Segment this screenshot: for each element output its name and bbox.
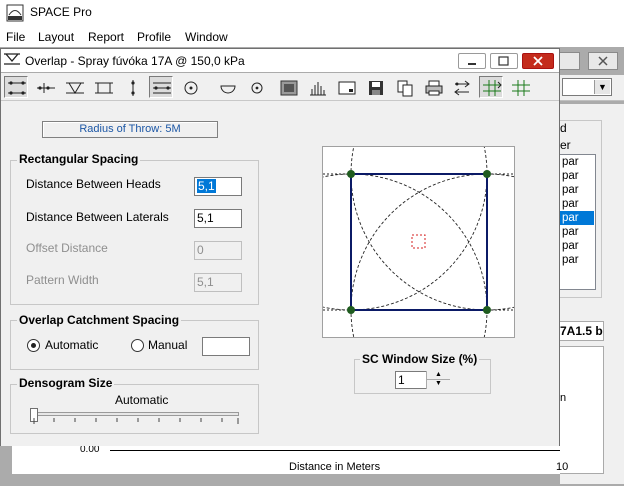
window-view-icon[interactable] xyxy=(334,76,358,98)
manual-radio-label[interactable]: Manual xyxy=(148,338,187,352)
rectangular-spacing-title: Rectangular Spacing xyxy=(17,152,141,166)
densogram-size-group xyxy=(10,384,259,434)
print-icon[interactable] xyxy=(421,76,445,98)
spacing-arrows-icon[interactable] xyxy=(450,76,474,98)
full-circle-button[interactable] xyxy=(244,76,268,98)
app-title: SPACE Pro xyxy=(30,5,92,19)
overlap-window-title: Overlap - Spray fúvóka 17A @ 150,0 kPa xyxy=(25,54,245,68)
distance-between-laterals-input[interactable]: 5,1 xyxy=(194,209,242,228)
offset-distance-input[interactable]: 0 xyxy=(194,241,242,260)
menu-profile[interactable]: Profile xyxy=(137,30,171,44)
menu-window[interactable]: Window xyxy=(185,30,228,44)
menu-report[interactable]: Report xyxy=(88,30,124,44)
circle-target-button[interactable] xyxy=(178,76,202,98)
densogram-size-value: Automatic xyxy=(115,393,169,407)
overlap-pattern-drawing xyxy=(323,147,514,337)
copy-icon[interactable] xyxy=(392,76,416,98)
maximize-button[interactable] xyxy=(490,53,518,69)
background-chart-text: n xyxy=(560,392,567,404)
chart-x-axis xyxy=(110,450,560,451)
histogram-icon[interactable] xyxy=(305,76,329,98)
chart-x-max-label: 10 xyxy=(556,461,569,473)
half-circle-button[interactable] xyxy=(215,76,239,98)
close-button[interactable] xyxy=(522,53,554,69)
automatic-radio-label[interactable]: Automatic xyxy=(45,338,98,352)
grid-green-icon[interactable] xyxy=(508,76,532,98)
layout-triangle-button[interactable] xyxy=(33,76,57,98)
list-item[interactable]: par xyxy=(562,239,596,253)
list-item[interactable]: par xyxy=(562,155,596,169)
background-list-subtitle: er xyxy=(560,138,571,152)
manual-radio[interactable] xyxy=(131,339,144,352)
list-item[interactable]: par xyxy=(562,183,596,197)
pattern-width-label: Pattern Width xyxy=(26,273,99,287)
densogram-slider-track[interactable] xyxy=(33,412,239,416)
overlap-window-icon xyxy=(3,52,21,66)
stepper-down-icon[interactable]: ▼ xyxy=(426,380,450,389)
layout-offset-button[interactable] xyxy=(62,76,86,98)
list-item[interactable]: par xyxy=(562,225,596,239)
layout-grid-button[interactable] xyxy=(149,76,173,98)
distance-between-heads-label: Distance Between Heads xyxy=(26,177,161,191)
stepper-up-icon[interactable]: ▲ xyxy=(426,371,450,380)
background-chart-panel xyxy=(560,346,604,474)
distance-between-laterals-label: Distance Between Laterals xyxy=(26,210,169,224)
list-item[interactable]: par xyxy=(562,253,596,267)
densogram-size-title: Densogram Size xyxy=(17,376,115,390)
distance-between-heads-input[interactable]: 5,1 xyxy=(194,177,242,196)
menu-file[interactable]: File xyxy=(6,30,25,44)
chart-x-axis-label: Distance in Meters xyxy=(289,461,381,473)
automatic-radio[interactable] xyxy=(27,339,40,352)
app-titlebar xyxy=(0,0,624,27)
background-close-button[interactable] xyxy=(588,52,618,70)
grid-arrows-green-icon[interactable] xyxy=(479,76,503,98)
layout-single-line-button[interactable] xyxy=(120,76,144,98)
list-item-selected[interactable]: par xyxy=(560,211,594,225)
distance-between-heads-value: 5,1 xyxy=(197,179,216,193)
save-icon[interactable] xyxy=(363,76,387,98)
layout-square-button[interactable] xyxy=(4,76,28,98)
manual-spacing-input[interactable] xyxy=(202,337,250,356)
overlap-pattern-preview xyxy=(322,146,515,338)
background-value-field: 7A1.5 b xyxy=(560,321,604,341)
chevron-down-icon[interactable]: ▼ xyxy=(594,80,610,94)
offset-distance-label: Offset Distance xyxy=(26,241,108,255)
densogram-slider-ticks xyxy=(33,418,239,424)
pattern-width-input[interactable]: 5,1 xyxy=(194,273,242,292)
radio-selected-dot xyxy=(31,343,36,348)
background-list-title: d xyxy=(560,121,567,135)
densogram-icon[interactable] xyxy=(276,76,300,98)
layout-row-button[interactable] xyxy=(91,76,115,98)
sc-window-size-title: SC Window Size (%) xyxy=(360,352,480,366)
menu-layout[interactable]: Layout xyxy=(38,30,74,44)
list-item[interactable]: par xyxy=(562,197,596,211)
minimize-button[interactable] xyxy=(458,53,486,69)
list-item[interactable]: par xyxy=(562,169,596,183)
radius-of-throw-display: Radius of Throw: 5M xyxy=(42,121,218,138)
overlap-catchment-title: Overlap Catchment Spacing xyxy=(17,313,182,327)
app-logo-icon xyxy=(6,4,24,22)
